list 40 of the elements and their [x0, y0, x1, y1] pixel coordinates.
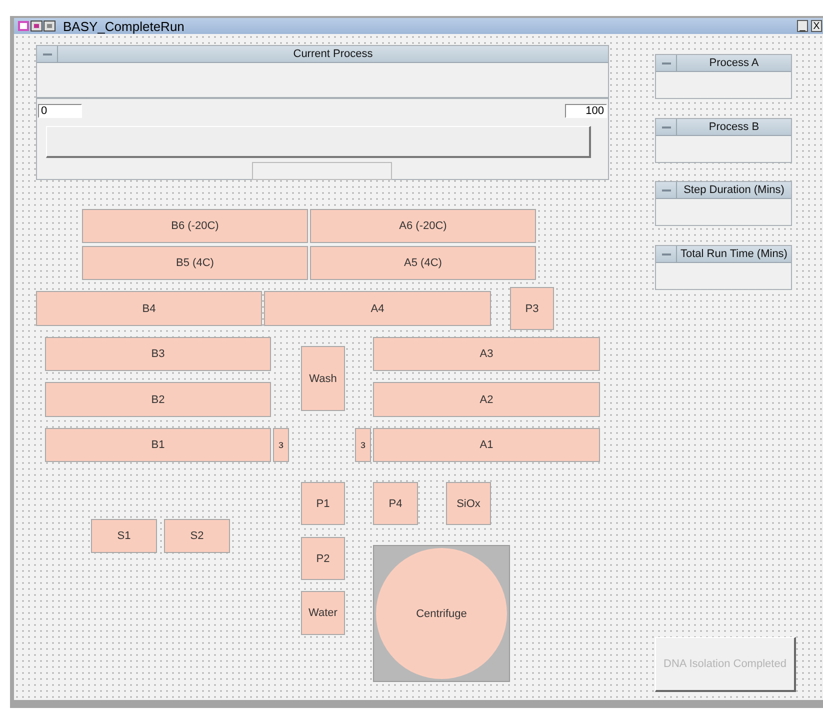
station-button[interactable]: A2 [373, 382, 600, 417]
station-button[interactable]: P1 [301, 482, 345, 525]
station-button[interactable]: A3 [373, 337, 600, 371]
station-button[interactable]: P4 [373, 482, 418, 525]
centrifuge-button[interactable]: Centrifuge [376, 548, 507, 679]
station-button[interactable]: A6 (-20C) [310, 209, 536, 243]
panel-title: Current Process [292, 47, 374, 62]
minimize-icon[interactable] [662, 252, 670, 256]
panel-title: Total Run Time (Mins) [680, 247, 788, 262]
minimize-icon[interactable] [662, 126, 670, 128]
station-button[interactable]: B5 (4C) [82, 246, 308, 280]
window-menu-icon[interactable] [18, 20, 58, 32]
minimize-icon[interactable] [662, 62, 670, 64]
station-button[interactable]: Wash [301, 346, 345, 411]
minimize-button[interactable]: _ [797, 20, 808, 32]
station-button[interactable]: A4 [264, 291, 491, 326]
station-button[interactable]: SiOx [446, 482, 491, 525]
station-button[interactable]: S1 [91, 519, 157, 553]
panel-title: Step Duration (Mins) [682, 183, 786, 198]
station-button[interactable]: B2 [45, 382, 271, 417]
station-button[interactable]: B6 (-20C) [82, 209, 308, 243]
station-button[interactable]: A1 [373, 428, 600, 462]
max-field[interactable]: 100 [565, 104, 607, 118]
minimize-icon[interactable] [662, 188, 670, 192]
station-button[interactable]: B4 [36, 291, 262, 326]
station-button[interactable]: S2 [164, 519, 230, 553]
station-button[interactable]: A5 (4C) [310, 246, 536, 280]
station-button[interactable]: B1 [45, 428, 271, 462]
station-button[interactable]: Water [301, 591, 345, 635]
station-button[interactable]: з [355, 428, 371, 462]
station-button[interactable]: P3 [510, 287, 554, 330]
station-button[interactable]: з [273, 428, 289, 462]
minimize-icon[interactable] [42, 52, 52, 56]
min-field[interactable]: 0 [38, 104, 82, 118]
close-button[interactable]: X [811, 20, 822, 32]
panel-title: Process A [708, 56, 760, 71]
panel-title: Process B [708, 120, 760, 135]
window-title: BASY_CompleteRun [63, 18, 186, 34]
station-button[interactable]: P2 [301, 537, 345, 580]
station-button[interactable]: B3 [45, 337, 271, 371]
